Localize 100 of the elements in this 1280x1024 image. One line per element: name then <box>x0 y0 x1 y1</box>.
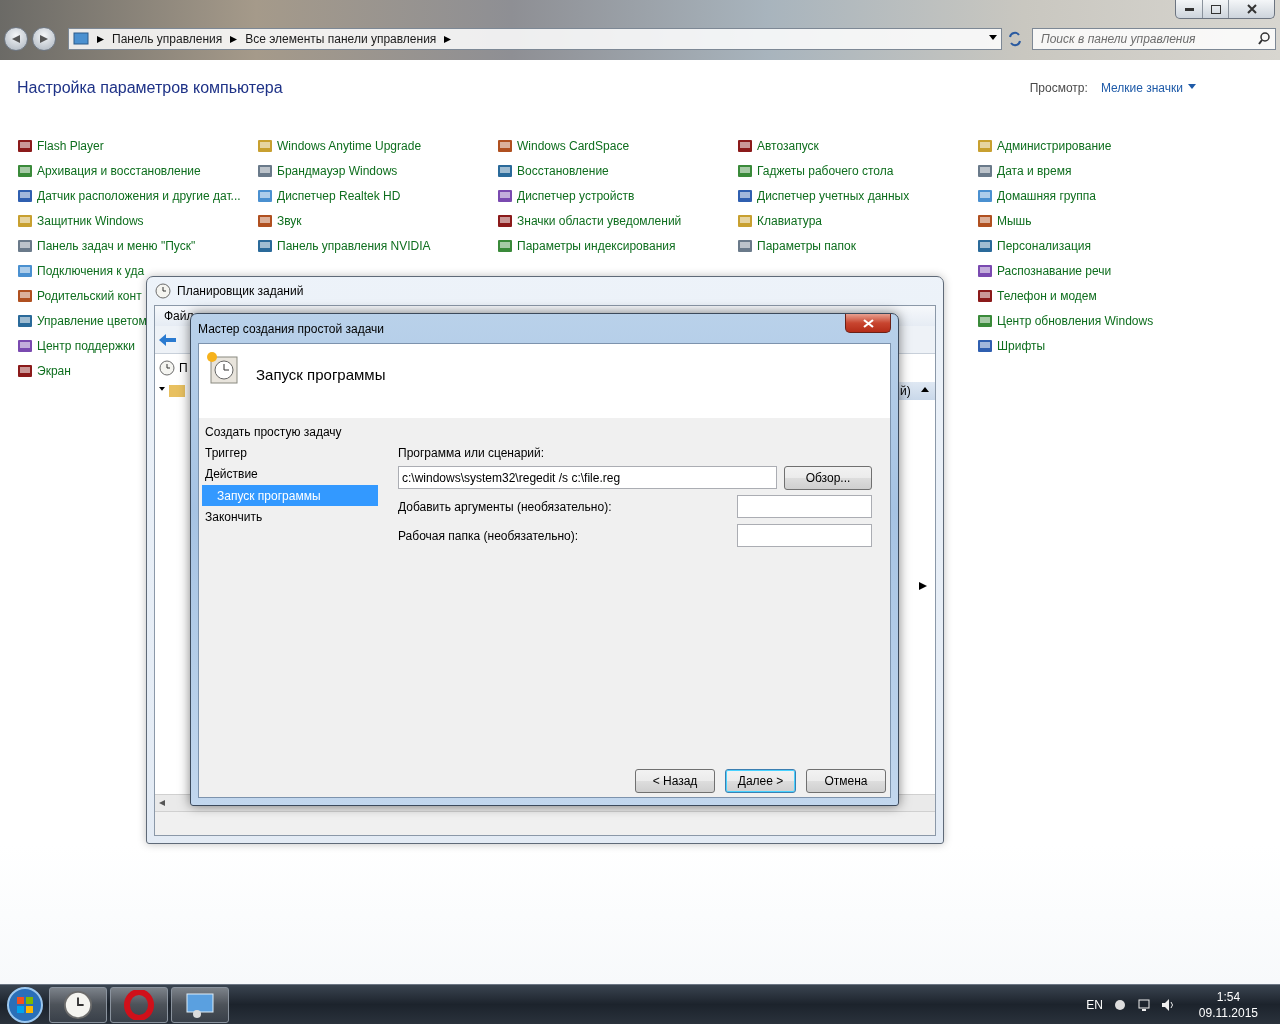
applet-icon <box>257 187 273 204</box>
tree-item[interactable]: П <box>179 361 188 375</box>
applet-icon <box>257 137 273 154</box>
tray-icon[interactable] <box>1112 997 1127 1012</box>
applet-link[interactable]: Windows CardSpace <box>497 133 630 158</box>
program-field[interactable]: c:\windows\system32\regedit /s c:\file.reg <box>398 466 777 489</box>
scheduled-task-icon <box>206 351 240 385</box>
browse-button[interactable]: Обзор... <box>784 465 872 490</box>
applet-link[interactable]: Звук <box>257 208 302 233</box>
applet-icon <box>977 337 993 354</box>
applet-link[interactable]: Параметры индексирования <box>497 233 676 258</box>
applet-link[interactable]: Панель управления NVIDIA <box>257 233 431 258</box>
network-icon[interactable] <box>1136 997 1151 1012</box>
applet-icon <box>737 212 753 229</box>
applet-link[interactable]: Архивация и восстановление <box>17 158 201 183</box>
view-dropdown[interactable]: Мелкие значки <box>1100 81 1196 95</box>
minimize-icon <box>1184 7 1194 11</box>
breadcrumb-arrow-icon <box>97 35 104 43</box>
browser-icon <box>124 989 154 1020</box>
wizard-step: Триггер <box>202 442 378 463</box>
clock[interactable]: 1:54 09.11.2015 <box>1198 989 1258 1020</box>
applet-link[interactable]: Значки области уведомлений <box>497 208 682 233</box>
applet-icon <box>977 262 993 279</box>
back-arrow-icon <box>12 35 20 43</box>
applet-link[interactable]: Автозапуск <box>737 133 819 158</box>
window-title: Планировщик заданий <box>177 284 304 298</box>
arguments-field[interactable] <box>737 495 872 518</box>
applet-link[interactable]: Телефон и модем <box>977 283 1097 308</box>
close-button[interactable] <box>845 314 891 333</box>
applet-icon <box>977 312 993 329</box>
pane-header[interactable]: й) <box>898 382 935 400</box>
speaker-icon[interactable] <box>1160 997 1175 1012</box>
applet-link[interactable]: Шрифты <box>977 333 1046 358</box>
applet-link[interactable]: Windows Anytime Upgrade <box>257 133 422 158</box>
taskbar-app-button[interactable] <box>171 986 229 1023</box>
refresh-icon[interactable] <box>1006 30 1024 48</box>
applet-link[interactable]: Диспетчер Realtek HD <box>257 183 401 208</box>
back-arrow-icon[interactable] <box>159 332 177 347</box>
applet-link[interactable]: Клавиатура <box>737 208 822 233</box>
applet-link[interactable]: Центр поддержки <box>17 333 135 358</box>
menu-item[interactable]: Файл <box>164 309 194 323</box>
applet-link[interactable]: Панель задач и меню "Пуск" <box>17 233 196 258</box>
applet-icon <box>17 187 33 204</box>
dialog-button[interactable]: Отмена <box>806 769 886 793</box>
applet-icon <box>977 162 993 179</box>
applet-link[interactable]: Персонализация <box>977 233 1092 258</box>
working-folder-field[interactable] <box>737 524 872 547</box>
field-label: Добавить аргументы (необязательно): <box>398 499 613 514</box>
dialog-title: Мастер создания простой задачи <box>198 321 385 336</box>
wizard-step: Запуск программы <box>202 485 378 506</box>
clock-icon <box>155 283 171 299</box>
taskbar-app-button[interactable] <box>49 986 107 1023</box>
applet-link[interactable]: Центр обновления Windows <box>977 308 1154 333</box>
control-panel-icon <box>73 32 89 46</box>
dialog-button[interactable]: Далее > <box>725 769 796 793</box>
applet-link[interactable]: Родительский конт <box>17 283 142 308</box>
applet-link[interactable]: Восстановление <box>497 158 609 183</box>
breadcrumb[interactable]: Все элементы панели управления <box>245 32 437 46</box>
applet-link[interactable]: Администрирование <box>977 133 1112 158</box>
folder-icon <box>169 383 185 397</box>
control-panel-icon <box>185 991 215 1018</box>
applet-link[interactable]: Датчик расположения и другие дат... <box>17 183 241 208</box>
wizard-step: Создать простую задачу <box>202 421 378 442</box>
back-button[interactable] <box>4 27 28 51</box>
applet-link[interactable]: Управление цветом <box>17 308 147 333</box>
applet-link[interactable]: Диспетчер учетных данных <box>737 183 910 208</box>
collapse-arrow-icon <box>921 387 929 395</box>
applet-link[interactable]: Брандмауэр Windows <box>257 158 398 183</box>
applet-link[interactable]: Flash Player <box>17 133 104 158</box>
applet-link[interactable]: Диспетчер устройств <box>497 183 635 208</box>
applet-icon <box>257 162 273 179</box>
language-indicator[interactable]: EN <box>1086 997 1103 1012</box>
applet-link[interactable]: Защитник Windows <box>17 208 144 233</box>
applet-icon <box>977 287 993 304</box>
applet-icon <box>17 137 33 154</box>
applet-link[interactable]: Экран <box>17 358 71 383</box>
dialog-button[interactable]: < Назад <box>635 769 715 793</box>
start-button[interactable] <box>4 985 46 1024</box>
applet-icon <box>497 187 513 204</box>
clock-icon <box>159 360 175 376</box>
applet-link[interactable]: Гаджеты рабочего стола <box>737 158 894 183</box>
search-field[interactable]: Поиск в панели управления <box>1032 28 1276 50</box>
close-icon <box>1246 4 1257 14</box>
restore-icon <box>1210 4 1221 14</box>
window-controls[interactable] <box>1175 0 1275 19</box>
applet-link[interactable]: Мышь <box>977 208 1032 233</box>
applet-icon <box>17 162 33 179</box>
applet-icon <box>17 312 33 329</box>
applet-link[interactable]: Дата и время <box>977 158 1072 183</box>
search-icon <box>1258 32 1271 45</box>
applet-link[interactable]: Распознавание речи <box>977 258 1112 283</box>
address-bar[interactable]: Панель управления Все элементы панели управления <box>68 28 1002 50</box>
applet-link[interactable]: Домашняя группа <box>977 183 1097 208</box>
breadcrumb[interactable]: Панель управления <box>112 32 223 46</box>
applet-icon <box>497 237 513 254</box>
forward-button[interactable] <box>32 27 56 51</box>
applet-link[interactable]: Подключения к уда <box>17 258 145 283</box>
applet-icon <box>737 237 753 254</box>
applet-link[interactable]: Параметры папок <box>737 233 856 258</box>
wizard-step: Закончить <box>202 506 378 527</box>
